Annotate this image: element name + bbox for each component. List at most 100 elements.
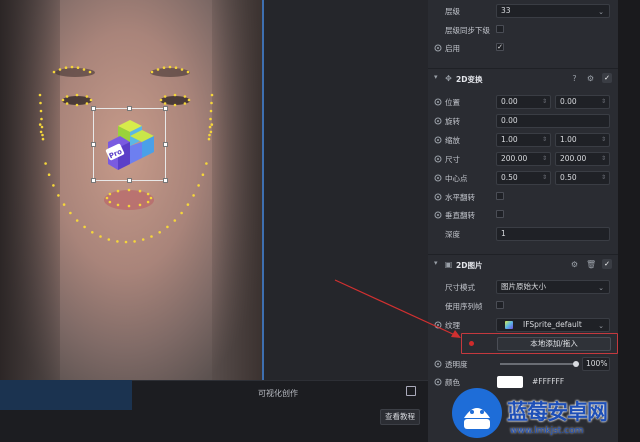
pivot-label: 中心点	[445, 174, 468, 183]
spinner-icon: ⇕	[600, 136, 606, 143]
use-sequence-checkbox[interactable]	[496, 301, 504, 309]
texture-select[interactable]: IFSprite_default ⌄	[496, 318, 610, 332]
size-row: 尺寸 200.00 ⇕ 200.00 ⇕	[428, 150, 618, 168]
resize-handle-bl[interactable]	[91, 178, 96, 183]
landmark-dot	[83, 225, 86, 229]
link-icon	[434, 321, 442, 329]
settings-icon[interactable]: ⚙	[570, 260, 579, 269]
landmark-dot	[183, 102, 187, 105]
spinner-icon: ⇕	[541, 155, 547, 162]
trash-icon[interactable]: 🗑	[586, 260, 596, 269]
enable-label: 启用	[445, 44, 460, 53]
position-x-input[interactable]: 0.00 ⇕	[496, 95, 551, 109]
landmark-dot	[138, 203, 142, 207]
landmark-dot	[99, 235, 102, 238]
scene-viewport[interactable]: Pro	[0, 0, 262, 380]
size-h-value: 200.00	[560, 154, 587, 163]
add-local-button[interactable]: 本地添加/拖入	[497, 337, 611, 351]
landmark-dot	[75, 93, 79, 97]
landmark-dot	[162, 66, 166, 69]
layer-sync-checkbox[interactable]	[496, 25, 504, 33]
landmark-dot	[69, 211, 72, 215]
sprite-logo-icon: Pro	[105, 120, 154, 170]
color-swatch[interactable]	[497, 376, 523, 388]
rotation-input[interactable]: 0.00	[496, 114, 610, 128]
size-h-input[interactable]: 200.00 ⇕	[555, 152, 610, 166]
landmark-dot	[85, 95, 89, 98]
scale-y-input[interactable]: 1.00 ⇕	[555, 133, 610, 147]
landmark-dot	[209, 109, 213, 113]
resize-handle-tl[interactable]	[91, 106, 96, 111]
landmark-dot	[52, 70, 56, 74]
pivot-x-value: 0.50	[501, 173, 518, 182]
landmark-dot	[58, 68, 62, 71]
resize-handle-tr[interactable]	[163, 106, 168, 111]
link-icon	[434, 174, 442, 182]
resize-handle-l[interactable]	[91, 142, 96, 147]
spinner-icon: ⇕	[600, 98, 606, 105]
enable-checkbox[interactable]: ✓	[496, 43, 504, 51]
landmark-dot	[116, 189, 120, 193]
landmark-dot	[180, 68, 184, 71]
size-w-input[interactable]: 200.00 ⇕	[496, 152, 551, 166]
rotation-label: 旋转	[445, 117, 460, 126]
layer-select[interactable]: 33 ⌄	[496, 4, 610, 18]
settings-icon[interactable]: ⚙	[586, 74, 595, 83]
view-tutorial-button[interactable]: 查看教程	[380, 409, 420, 425]
chevron-down-icon: ⌄	[598, 8, 604, 16]
landmark-dot	[210, 93, 214, 97]
landmark-dot	[208, 125, 212, 129]
transform2d-enable-toggle[interactable]: ✓	[602, 73, 612, 83]
landmark-dot	[187, 98, 191, 102]
position-y-input[interactable]: 0.00 ⇕	[555, 95, 610, 109]
resize-handle-b[interactable]	[127, 178, 132, 183]
landmark-dot	[75, 219, 79, 222]
landmark-dot	[116, 240, 119, 243]
texture-row: 纹理 IFSprite_default ⌄	[428, 316, 618, 334]
depth-value: 1	[501, 229, 506, 238]
transform2d-header[interactable]: ▾ ✥ 2D变换 ? ⚙ ✓	[428, 68, 618, 88]
pivot-y-input[interactable]: 0.50 ⇕	[555, 171, 610, 185]
landmark-dot	[150, 235, 153, 238]
resize-handle-t[interactable]	[127, 106, 132, 111]
opacity-input[interactable]: 100%	[582, 357, 610, 371]
image2d-enable-toggle[interactable]: ✓	[602, 259, 612, 269]
flip-v-checkbox[interactable]	[496, 210, 504, 218]
landmark-dot	[75, 103, 79, 107]
opacity-slider-knob[interactable]	[573, 361, 579, 367]
landmark-dot	[105, 196, 109, 200]
help-icon[interactable]: ?	[570, 74, 579, 83]
pivot-x-input[interactable]: 0.50 ⇕	[496, 171, 551, 185]
image2d-header[interactable]: ▾ ▣ 2D图片 ⚙ 🗑 ✓	[428, 254, 618, 274]
landmark-dot	[180, 211, 183, 215]
link-icon	[434, 117, 442, 125]
landmark-dot	[41, 137, 45, 141]
spinner-icon: ⇕	[541, 136, 547, 143]
landmark-dot	[65, 102, 69, 105]
use-sequence-row: 使用序列帧	[428, 297, 618, 315]
use-sequence-label: 使用序列帧	[445, 302, 483, 311]
popout-icon[interactable]	[406, 386, 416, 396]
landmark-dot	[168, 65, 172, 69]
link-icon	[434, 155, 442, 163]
panel-edge	[618, 0, 640, 442]
depth-row: 深度 1	[428, 225, 618, 243]
app-root: Pro 可视化创作 查看教程 层级 33 ⌄ 层级同步下级 启用 ✓ ▾ ✥ 2…	[0, 0, 640, 442]
depth-input[interactable]: 1	[496, 227, 610, 241]
landmark-dot	[47, 173, 51, 176]
resize-handle-r[interactable]	[163, 142, 168, 147]
size-mode-select[interactable]: 图片原始大小 ⌄	[496, 280, 610, 294]
resize-handle-br[interactable]	[163, 178, 168, 183]
collapse-icon: ▾	[434, 259, 438, 267]
flip-h-checkbox[interactable]	[496, 192, 504, 200]
layer-row: 层级 33 ⌄	[428, 2, 618, 20]
landmark-dot	[163, 95, 167, 98]
enable-row: 启用 ✓	[428, 39, 618, 57]
timeline-strip	[0, 380, 132, 410]
scale-x-input[interactable]: 1.00 ⇕	[496, 133, 551, 147]
opacity-slider-track[interactable]	[500, 363, 576, 365]
texture-thumb-icon	[505, 321, 513, 329]
landmark-dot	[141, 238, 145, 241]
landmark-dot	[159, 98, 163, 102]
landmark-dot	[52, 184, 55, 187]
